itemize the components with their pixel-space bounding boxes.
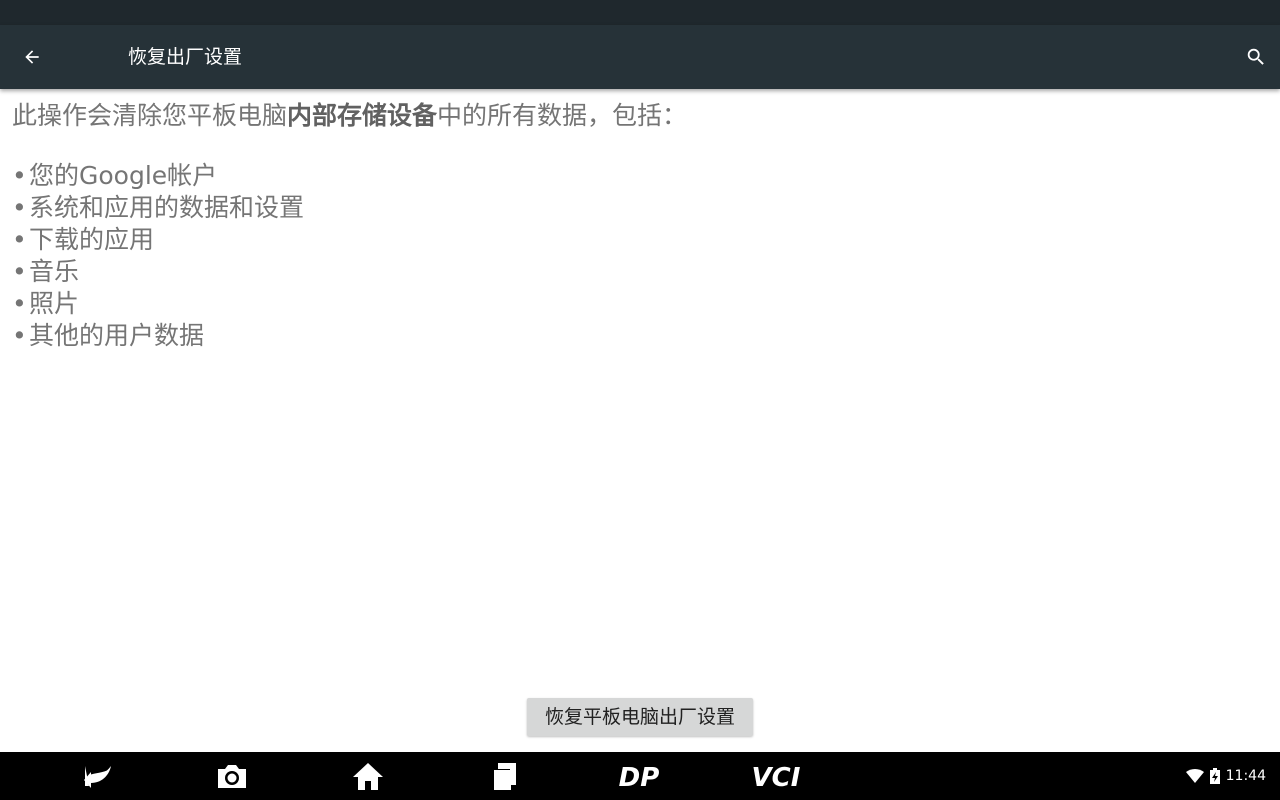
nav-dp-button[interactable]: DP (606, 756, 672, 796)
bullet: • (12, 257, 27, 286)
nav-back-button[interactable] (74, 756, 120, 796)
bullet: • (12, 321, 27, 350)
list-item: •下载的应用 (12, 224, 1268, 256)
nav-vci-button[interactable]: VCI (742, 756, 810, 796)
back-icon (84, 766, 111, 788)
camera-icon (218, 765, 246, 788)
arrow-left-icon (25, 50, 39, 64)
bullet: • (12, 161, 27, 190)
list-item: •您的Google帐户 (12, 160, 1268, 192)
list-item-label: 其他的用户数据 (29, 321, 205, 350)
back-button[interactable] (12, 37, 52, 77)
nav-home-button[interactable] (348, 756, 388, 796)
battery-charging-icon (1209, 768, 1220, 784)
list-item: •照片 (12, 288, 1268, 320)
list-item: •其他的用户数据 (12, 320, 1268, 352)
home-icon (353, 763, 383, 790)
list-item-label: 音乐 (29, 257, 80, 286)
search-icon (1247, 48, 1264, 65)
bullet: • (12, 193, 27, 222)
navigation-bar: DP VCI 11:44 (0, 752, 1280, 800)
vci-logo-text: VCI (752, 763, 801, 790)
dp-logo-text: DP (619, 763, 660, 790)
intro-text: 此操作会清除您平板电脑内部存储设备中的所有数据，包括： (12, 96, 1268, 136)
list-item-label: 照片 (29, 289, 80, 318)
action-bar: 恢复出厂设置 (0, 25, 1280, 89)
intro-bold: 内部存储设备 (287, 101, 438, 130)
bullet: • (12, 289, 27, 318)
list-item-label: 下载的应用 (29, 225, 155, 254)
recents-icon (492, 763, 516, 790)
data-list: •您的Google帐户 •系统和应用的数据和设置 •下载的应用 •音乐 •照片 … (12, 160, 1268, 352)
reset-tablet-button[interactable]: 恢复平板电脑出厂设置 (527, 698, 753, 736)
vci-logo-icon: VCI (752, 763, 801, 790)
status-area: 11:44 (1185, 752, 1266, 800)
wifi-icon (1185, 769, 1204, 783)
nav-recents-button[interactable] (484, 756, 524, 796)
list-item-label: 系统和应用的数据和设置 (29, 193, 305, 222)
page-title: 恢复出厂设置 (128, 46, 243, 68)
list-item: •系统和应用的数据和设置 (12, 192, 1268, 224)
bullet: • (12, 225, 27, 254)
nav-camera-button[interactable] (212, 756, 252, 796)
intro-suffix: 中的所有数据，包括： (437, 101, 688, 130)
clock: 11:44 (1225, 768, 1266, 784)
dp-logo-icon: DP (619, 763, 660, 790)
search-button[interactable] (1236, 37, 1276, 77)
list-item-label: 您的Google帐户 (29, 161, 218, 190)
content-area: 此操作会清除您平板电脑内部存储设备中的所有数据，包括： •您的Google帐户 … (12, 96, 1268, 352)
status-strip (0, 0, 1280, 25)
intro-prefix: 此操作会清除您平板电脑 (12, 101, 288, 130)
list-item: •音乐 (12, 256, 1268, 288)
